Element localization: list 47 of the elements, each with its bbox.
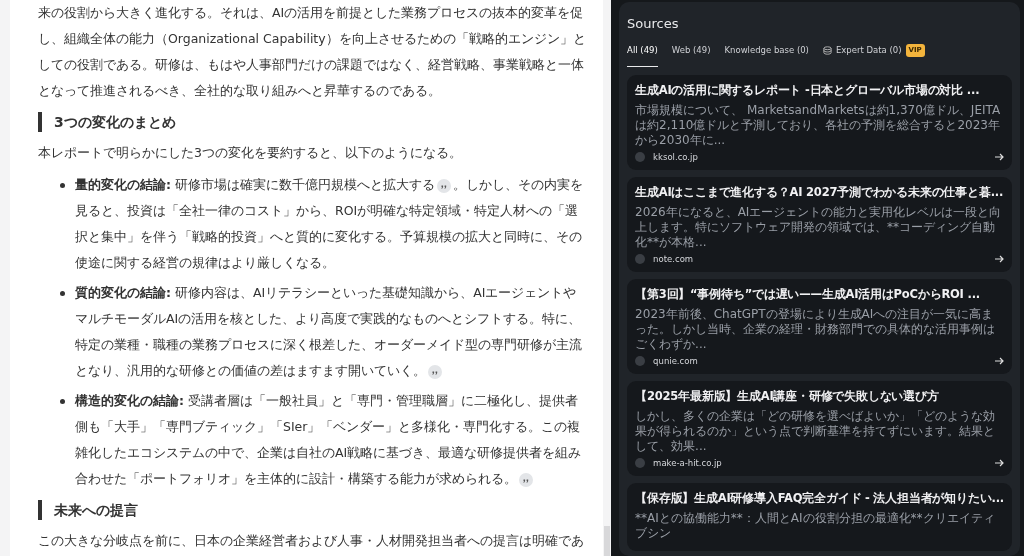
source-title: 【2025年最新版】生成AI講座・研修で失敗しない選び方 [635,388,940,406]
list-item-text: 構造的変化の結論: 受講者層は「一般社員」と「専門・管理職層」に二極化し、提供者側も「大手」「専門ブティック」「SIer」「ベンダー」と多様化・専門化する。この複雑化したエコシステムの中で、企業は自社のAI戦略に基づき、最適な研修提供者を組み合わせた「ポートフォリオ」を主体的に設計・構築する能力が求められる。 [75,392,583,489]
source-domain: kksol.co.jp [653,150,699,164]
section-heading: 未来への提言 [38,500,590,520]
source-snippet: 2026年になると、AIエージェントの能力と実用化レベルは一段と向上します。特にソフトウェア開発の領域では、**コーディング自動化**が本格... [635,204,1003,250]
paragraph: 本レポートで明らかにした3つの変化を要約すると、以下のようになる。 [38,144,463,162]
tab[interactable]: All (49) [627,43,658,68]
source-card[interactable]: 【第3回】“事例待ち”では遅い——生成AI活用はPoCからROI ... 2023年前後、ChatGPTの登場により生成AIへの注目が一気に高まった。しかし当時、企業の経理・財務部門での具体的な活用事例はごくわずか... qunie.com [627,279,1012,375]
bullet-icon [60,183,65,188]
source-snippet: しかし、多くの企業は「どの研修を選べばよいか」「どのような効果が得られるのか」という点で判断基準を持てずにいます。結果として、効果... [635,408,997,454]
arrow-right-icon[interactable] [994,151,1004,162]
favicon-icon [635,151,646,162]
paragraph: この大きな分岐点を前に、日本の企業経営者および人事・人材開発担当者への提言は明確であ [38,532,585,550]
arrow-right-icon[interactable] [994,457,1004,468]
source-domain: make-a-hit.co.jp [653,456,723,470]
favicon-icon [635,457,646,468]
tab[interactable]: Web (49) [671,43,711,68]
source-snippet: 2023年前後、ChatGPTの登場により生成AIへの注目が一気に高まった。しかし当時、企業の経理・財務部門での具体的な活用事例はごくわずか... [635,306,997,352]
list-item-text: 量的変化の結論: 研修市場は確実に数千億円規模へと拡大する 。しかし、その内実を見ると、投資は「全社一律のコスト」から、ROIが明確な特定領域・特定人材への「選択と集中」を伴う「戦略的投資」へと質的に変化する。予算規模の拡大と同時に、その使途に関する経営の規律はより厳しくなる。 [75,176,584,272]
source-title: 生成AIの活用に関するレポート -日本とグローバル市場の対比 ... [635,82,981,100]
source-card[interactable]: 【2025年最新版】生成AI講座・研修で失敗しない選び方 しかし、多くの企業は「どの研修を選べばよいか」「どのような効果が得られるのか」という点で判断基準を持てずにいます。結果として、効果... make-a-hit.co.jp [627,381,1012,477]
bullet-icon [60,399,65,404]
favicon-icon [635,253,646,264]
source-domain: note.com [653,252,695,266]
source-domain: qunie.com [653,354,699,368]
arrow-right-icon[interactable] [994,253,1004,264]
source-card[interactable]: 生成AIの活用に関するレポート -日本とグローバル市場の対比 ... 市場規模について、 MarketsandMarketsは約1,370億ドル、JEITAは約2,110億ドルと予測しており、各社の予測を総合すると2023年から2030年に... kksol.co.jp [627,75,1012,171]
source-title: 生成AIはここまで進化する？AI 2027予測でわかる未来の仕事と暮... [635,184,1004,202]
source-title: 【第3回】“事例待ち”では遅い——生成AI活用はPoCからROI ... [635,286,981,304]
favicon-icon [635,355,646,366]
tab[interactable]: Knowledge base (0) [724,43,809,68]
database-icon [822,45,832,55]
source-snippet: **AIとの協働能力**：人間とAIの役割分担の最適化**クリエイティブシン [635,510,996,541]
citation-icon[interactable] [428,364,442,379]
section-heading: 3つの変化のまとめ [38,112,590,132]
panel-title: Sources [627,15,680,33]
arrow-right-icon[interactable] [994,355,1004,366]
scrollbar-thumb[interactable] [604,526,611,556]
citation-icon[interactable] [519,472,533,487]
list-item-text: 質的変化の結論: 研修内容は、AIリテラシーといった基礎知識から、AIエージェントやマルチモーダルAIの活用を核とした、より高度で実践的なものへとシフトする。特に、特定の業種・職種の業務プロセスに深く根差した、オーダーメイド型の専門研修が主流となり、汎用的な研修との価値の差はますます開いていく。 [75,284,583,381]
source-title: 【保存版】生成AI研修導入FAQ完全ガイド - 法人担当者が知りたい... [635,490,1004,508]
bullet-icon [60,291,65,296]
paragraph: 来の役割から大きく進化する。それは、AIの活用を前提とした業務プロセスの抜本的変革を促し、組織全体の能力（Organizational Capability）を向上させるための「戦略的エンジン」としての役割である。研修は、もはや人事部門だけの課題ではなく、経営戦略、事業戦略と一体となって推進されるべき、全社的な取り組みへと昇華するのである。 [38,4,587,100]
source-snippet: 市場規模について、 MarketsandMarketsは約1,370億ドル、JEITAは約2,110億ドルと予測しており、各社の予測を総合すると2023年から2030年に... [635,102,1002,148]
citation-icon[interactable] [437,178,451,193]
source-card[interactable]: 生成AIはここまで進化する？AI 2027予測でわかる未来の仕事と暮... 2026年になると、AIエージェントの能力と実用化レベルは一段と向上します。特にソフトウェア開発の領域では、**コーディング自動化**が本格... note.com [627,177,1012,273]
source-card[interactable]: 【保存版】生成AI研修導入FAQ完全ガイド - 法人担当者が知りたい... **AIとの協働能力**：人間とAIの役割分担の最適化**クリエイティブシン [627,483,1012,551]
